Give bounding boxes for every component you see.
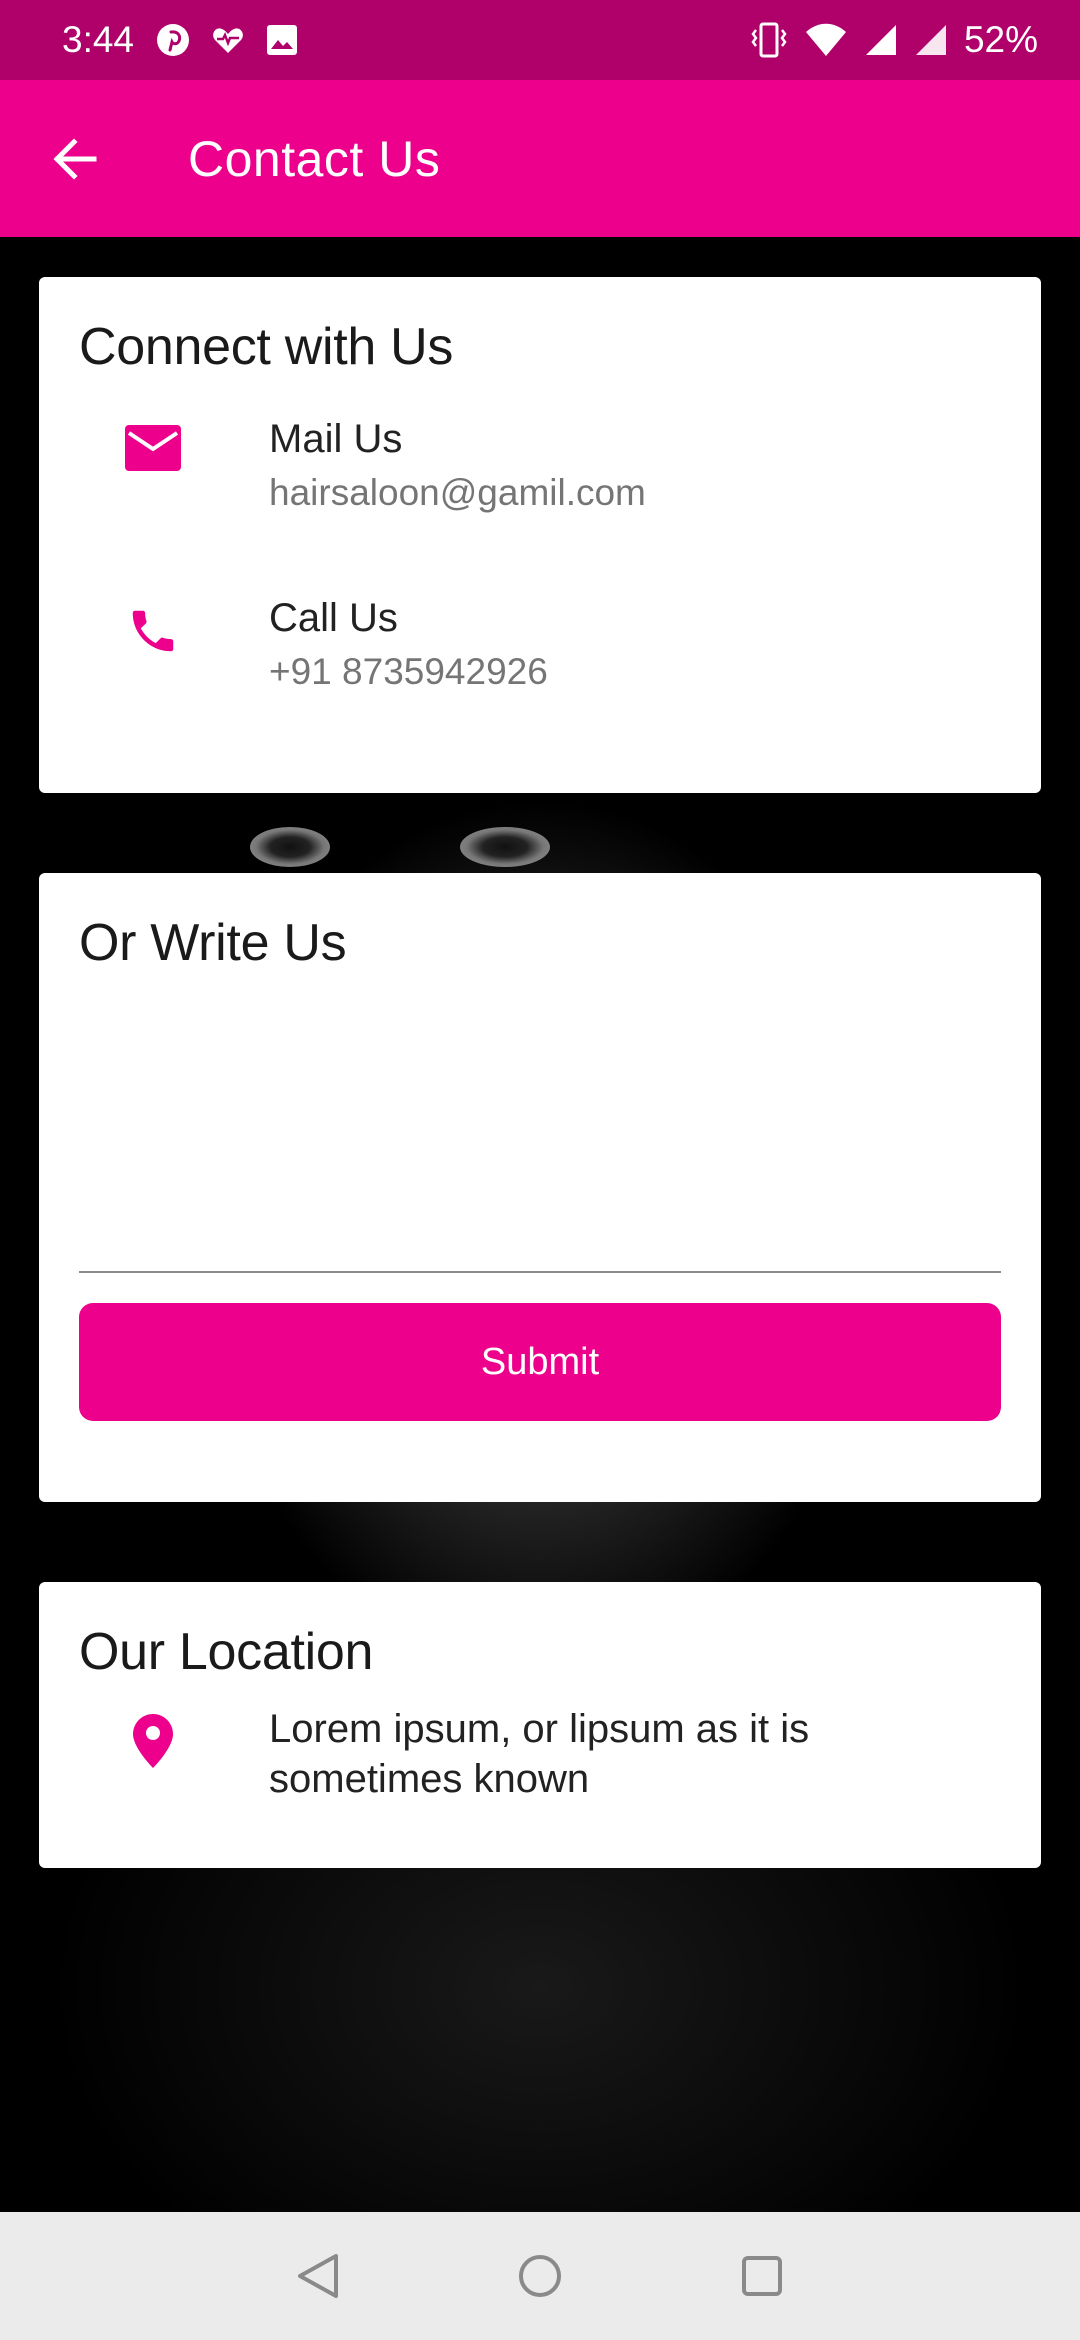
page-title: Contact Us [188,130,441,187]
left-eye-shape [250,827,330,867]
connect-card: Connect with Us Mail Us hairsaloon@gamil… [39,277,1041,793]
back-triangle-icon [298,2254,338,2298]
right-eye-shape [460,827,550,867]
write-heading: Or Write Us [79,914,347,972]
wifi-icon [804,22,848,58]
nav-home-button[interactable] [504,2240,576,2312]
location-card: Our Location Lorem ipsum, or lipsum as i… [39,1582,1041,1868]
mail-label: Mail Us [269,417,403,461]
heart-rate-icon [212,25,244,55]
status-bar: 3:44 52% [0,0,1080,80]
location-row[interactable]: Lorem ipsum, or lipsum as it is sometime… [79,1704,1001,1804]
image-icon [266,24,298,56]
mail-row[interactable]: Mail Us hairsaloon@gamil.com [79,417,1001,514]
location-heading: Our Location [79,1623,374,1681]
vibrate-icon [750,22,788,58]
mail-text: Mail Us hairsaloon@gamil.com [269,417,646,514]
write-card: Or Write Us Submit [39,873,1041,1502]
pinterest-icon [156,23,190,57]
nav-recents-button[interactable] [726,2240,798,2312]
submit-button[interactable]: Submit [79,1303,1001,1421]
signal-icon [914,23,948,57]
arrow-back-icon [53,137,97,180]
message-input[interactable] [79,993,1001,1273]
call-label: Call Us [269,596,398,640]
status-time: 3:44 [62,19,135,60]
call-row[interactable]: Call Us +91 8735942926 [79,596,1001,693]
system-nav-bar [0,2212,1080,2340]
phone-icon [79,596,227,658]
signal-icon [864,23,898,57]
recents-square-icon [742,2256,782,2296]
back-button[interactable] [0,80,150,237]
connect-heading: Connect with Us [79,318,454,376]
call-value: +91 8735942926 [269,651,548,692]
mail-value: hairsaloon@gamil.com [269,472,646,513]
location-pin-icon [79,1704,227,1768]
status-left: 3:44 [62,19,298,61]
nav-back-button[interactable] [282,2240,354,2312]
call-text: Call Us +91 8735942926 [269,596,548,693]
status-right: 52% [750,19,1038,61]
home-circle-icon [519,2255,561,2297]
contact-us-screen: 3:44 52% Contact Us Connect with Us Mail… [0,0,1080,2340]
location-text: Lorem ipsum, or lipsum as it is sometime… [269,1707,810,1801]
battery-percent: 52% [963,19,1038,60]
app-bar: Contact Us [0,80,1080,237]
mail-icon [79,417,227,471]
